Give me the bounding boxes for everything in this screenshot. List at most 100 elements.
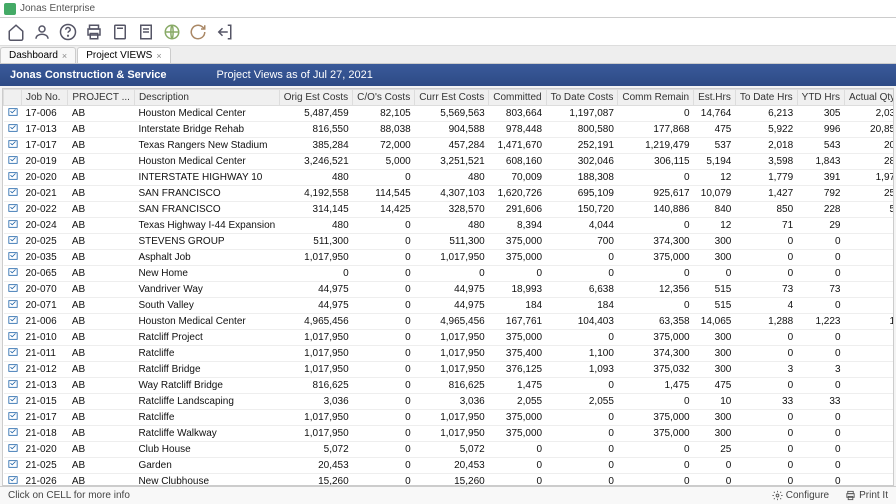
cell[interactable]: 206 (845, 138, 895, 154)
cell[interactable]: 0 (489, 458, 546, 474)
cell[interactable]: 792 (797, 186, 844, 202)
cell[interactable]: AB (68, 378, 135, 394)
cell[interactable]: SAN FRANCISCO (134, 202, 279, 218)
cell[interactable]: 14,425 (353, 202, 415, 218)
cell[interactable]: 12 (694, 218, 736, 234)
cell[interactable]: AB (68, 282, 135, 298)
cell[interactable]: 82,105 (353, 106, 415, 122)
cell[interactable]: 6,638 (546, 282, 618, 298)
cell[interactable]: 20,453 (279, 458, 352, 474)
cell[interactable]: 0 (797, 298, 844, 314)
cell[interactable]: Texas Rangers New Stadium (134, 138, 279, 154)
cell[interactable]: 850 (735, 202, 797, 218)
cell[interactable]: 0 (353, 250, 415, 266)
table-row[interactable]: 20-020ABINTERSTATE HIGHWAY 10480048070,0… (4, 170, 895, 186)
cell[interactable]: 1,017,950 (279, 426, 352, 442)
table-row[interactable]: 17-017ABTexas Rangers New Stadium385,284… (4, 138, 895, 154)
cell[interactable]: 0 (797, 330, 844, 346)
cell[interactable]: 3,251,521 (415, 154, 489, 170)
table-row[interactable]: 20-070ABVandriver Way44,975044,97518,993… (4, 282, 895, 298)
help-icon[interactable] (56, 20, 80, 44)
cell[interactable]: 480 (279, 218, 352, 234)
cell[interactable]: Vandriver Way (134, 282, 279, 298)
tab-dashboard[interactable]: Dashboard× (0, 47, 76, 63)
cell[interactable]: 0 (797, 474, 844, 487)
calculator-icon[interactable] (108, 20, 132, 44)
cell[interactable]: 375,000 (489, 426, 546, 442)
cell[interactable]: 1,017,950 (415, 346, 489, 362)
cell[interactable]: 21-017 (22, 410, 68, 426)
row-icon[interactable] (4, 122, 22, 138)
cell[interactable]: 0 (845, 442, 895, 458)
cell[interactable]: 0 (353, 362, 415, 378)
cell[interactable]: 33 (797, 394, 844, 410)
cell[interactable]: 21-026 (22, 474, 68, 487)
cell[interactable]: 480 (415, 218, 489, 234)
cell[interactable]: 3,036 (415, 394, 489, 410)
cell[interactable]: 0 (489, 266, 546, 282)
cell[interactable]: 20-020 (22, 170, 68, 186)
table-row[interactable]: 20-071ABSouth Valley44,975044,9751841840… (4, 298, 895, 314)
cell[interactable]: 5,569,563 (415, 106, 489, 122)
row-icon[interactable] (4, 250, 22, 266)
cell[interactable]: 0 (694, 474, 736, 487)
cell[interactable]: 8,394 (489, 218, 546, 234)
cell[interactable]: 375,000 (618, 330, 694, 346)
row-icon[interactable] (4, 266, 22, 282)
cell[interactable]: 20,858 (845, 122, 895, 138)
cell[interactable]: 0 (353, 314, 415, 330)
cell[interactable]: 1,219,479 (618, 138, 694, 154)
cell[interactable]: Houston Medical Center (134, 106, 279, 122)
cell[interactable]: 0 (845, 330, 895, 346)
cell[interactable]: 17-006 (22, 106, 68, 122)
row-icon[interactable] (4, 330, 22, 346)
cell[interactable]: Way Ratcliff Bridge (134, 378, 279, 394)
cell[interactable]: 1,471,670 (489, 138, 546, 154)
cell[interactable]: 0 (546, 426, 618, 442)
cell[interactable]: 57 (845, 202, 895, 218)
cell[interactable]: 0 (353, 266, 415, 282)
cell[interactable]: 0 (735, 346, 797, 362)
cell[interactable]: 0 (618, 218, 694, 234)
cell[interactable]: AB (68, 426, 135, 442)
column-header[interactable]: Job No. (22, 90, 68, 106)
cell[interactable]: 0 (797, 410, 844, 426)
close-icon[interactable]: × (62, 51, 67, 61)
column-header[interactable]: Curr Est Costs (415, 90, 489, 106)
cell[interactable]: 4,965,456 (279, 314, 352, 330)
cell[interactable]: 511,300 (279, 234, 352, 250)
cell[interactable]: 20-071 (22, 298, 68, 314)
cell[interactable]: AB (68, 298, 135, 314)
cell[interactable]: 385,284 (279, 138, 352, 154)
cell[interactable]: 375,000 (618, 250, 694, 266)
cell[interactable]: 0 (694, 458, 736, 474)
cell[interactable]: 302,046 (546, 154, 618, 170)
cell[interactable]: 1,017,950 (279, 346, 352, 362)
cell[interactable]: 21-010 (22, 330, 68, 346)
cell[interactable]: 72,000 (353, 138, 415, 154)
cell[interactable]: 0 (845, 346, 895, 362)
cell[interactable]: 14,764 (694, 106, 736, 122)
cell[interactable]: 314,145 (279, 202, 352, 218)
cell[interactable]: 0 (845, 250, 895, 266)
cell[interactable]: 0 (845, 234, 895, 250)
cell[interactable]: 2,055 (489, 394, 546, 410)
cell[interactable]: 695,109 (546, 186, 618, 202)
cell[interactable]: 0 (546, 458, 618, 474)
cell[interactable]: 480 (279, 170, 352, 186)
cell[interactable]: 375,032 (618, 362, 694, 378)
row-icon[interactable] (4, 362, 22, 378)
cell[interactable]: 0 (845, 362, 895, 378)
cell[interactable]: 0 (797, 250, 844, 266)
close-icon[interactable]: × (156, 51, 161, 61)
cell[interactable]: 0 (353, 474, 415, 487)
cell[interactable]: 1,427 (735, 186, 797, 202)
cell[interactable]: 1,843 (797, 154, 844, 170)
globe-icon[interactable] (160, 20, 184, 44)
cell[interactable]: 29 (797, 218, 844, 234)
cell[interactable]: 4,307,103 (415, 186, 489, 202)
cell[interactable]: 0 (735, 410, 797, 426)
cell[interactable]: 14,065 (694, 314, 736, 330)
cell[interactable]: 33 (735, 394, 797, 410)
cell[interactable]: 0 (546, 250, 618, 266)
